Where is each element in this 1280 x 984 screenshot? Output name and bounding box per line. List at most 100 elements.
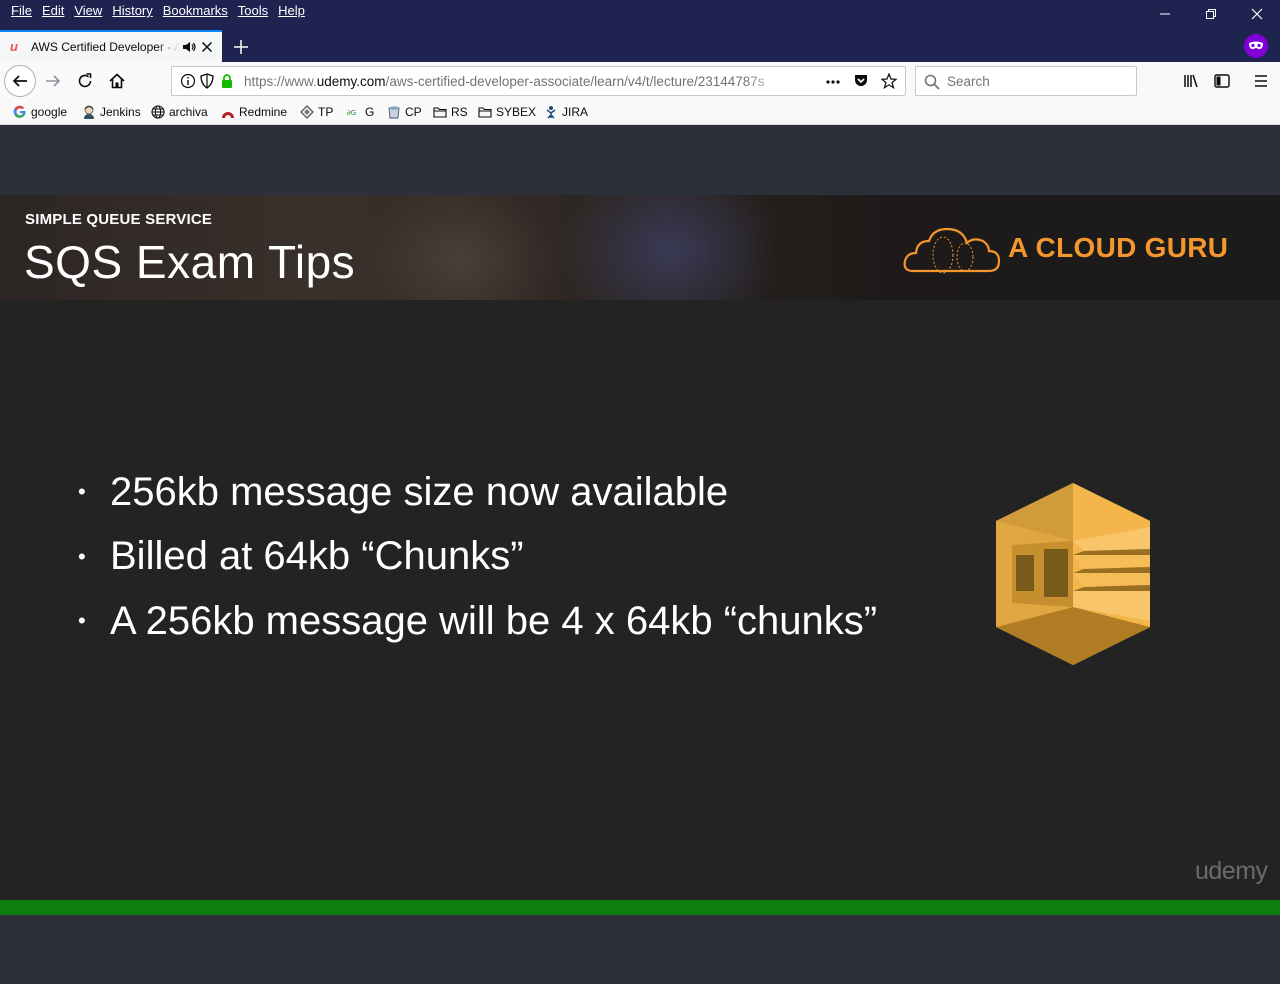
acloudguru-logo: A CLOUD GURU [903,221,1243,277]
bookmark-tp[interactable]: TP [300,104,333,120]
tracking-shield-icon[interactable] [199,73,215,89]
page-actions-icon[interactable] [825,74,841,90]
restore-icon [1206,9,1216,19]
header-backdrop [560,195,780,300]
plus-icon [234,40,248,54]
private-mask-icon[interactable] [1244,34,1268,58]
menu-file[interactable]: File [6,3,37,19]
hamburger-menu-button[interactable] [1246,66,1276,96]
menu-history[interactable]: History [107,3,157,19]
url-prefix: https://www. [244,74,317,89]
tab-udemy[interactable]: u AWS Certified Developer - Associate [0,30,222,62]
bullet-dot-icon: • [78,479,86,505]
bookmark-label: SYBEX [496,105,537,119]
bookmark-label: CP [405,105,422,119]
menu-bookmarks[interactable]: Bookmarks [158,3,233,19]
bullet-list: • 256kb message size now available • Bille… [78,460,877,654]
bookmark-jira[interactable]: JIRA [544,104,588,120]
nav-toolbar: https://www.udemy.com/aws-certified-deve… [0,62,1280,100]
url-host: udemy.com [316,74,386,89]
bookmark-label: G [365,105,375,119]
menu-list: File Edit View History Bookmarks Tools H… [6,3,310,19]
url-path: /aws-certified-developer-associate/learn… [385,74,765,89]
new-tab-button[interactable] [228,34,254,60]
close-window-button[interactable] [1234,0,1280,28]
minimize-icon [1160,13,1170,15]
menu-tools[interactable]: Tools [233,3,273,19]
google-icon [13,105,26,118]
video-slide[interactable]: SIMPLE QUEUE SERVICE SQS Exam Tips A CLO… [0,195,1280,900]
menu-edit[interactable]: Edit [37,3,69,19]
bookmark-label: Jenkins [100,105,141,119]
home-button[interactable] [102,66,132,96]
folder-icon [478,107,492,118]
page-content: SIMPLE QUEUE SERVICE SQS Exam Tips A CLO… [0,125,1280,984]
bookmark-sybex[interactable]: SYBEX [478,104,536,120]
home-icon [109,73,125,89]
hamburger-icon [1255,75,1267,87]
library-button[interactable] [1176,66,1206,96]
redmine-icon [222,112,234,118]
video-progress-bar[interactable] [0,900,1280,915]
folder-icon [433,107,447,118]
udemy-icon: u [10,39,18,54]
bookmark-rs[interactable]: RS [433,104,468,120]
minimize-button[interactable] [1142,0,1188,28]
tab-strip: u AWS Certified Developer - Associate [0,28,1280,62]
url-bar[interactable]: https://www.udemy.com/aws-certified-deve… [171,66,906,96]
sqs-logo-icon [996,483,1150,665]
header-backdrop [360,195,560,300]
slide-kicker: SIMPLE QUEUE SERVICE [25,211,213,228]
back-arrow-icon [12,75,27,87]
bookmarks-toolbar: google Jenkins archiva Redmine TP ∂G G C… [0,100,1280,125]
back-button[interactable] [4,65,36,97]
bookmark-google[interactable]: google [13,104,67,120]
close-icon [1251,8,1263,20]
bookmark-redmine[interactable]: Redmine [221,104,287,120]
bookmark-cp[interactable]: CP [387,104,422,120]
sidebar-button[interactable] [1207,66,1237,96]
bullet-item: • 256kb message size now available [78,460,877,525]
forward-button[interactable] [38,66,68,96]
speaker-icon[interactable] [182,40,196,54]
jira-icon [546,106,556,119]
url-text[interactable]: https://www.udemy.com/aws-certified-deve… [244,74,789,89]
search-placeholder: Search [947,74,990,89]
library-icon [1184,74,1198,88]
search-icon [924,74,940,90]
reload-icon [78,73,92,88]
bullet-dot-icon: • [78,543,86,569]
menu-help[interactable]: Help [273,3,310,19]
restore-button[interactable] [1188,0,1234,28]
bookmark-label: Redmine [239,105,288,119]
bullet-item: • Billed at 64kb “Chunks” [78,525,877,590]
forward-arrow-icon [46,75,61,87]
lock-icon[interactable] [219,73,235,89]
bookmark-label: archiva [169,105,208,119]
menu-view[interactable]: View [69,3,107,19]
g-icon: ∂G [347,109,356,117]
bookmark-label: RS [451,105,468,119]
close-tab-icon[interactable] [201,41,213,53]
slide-title: SQS Exam Tips [24,236,356,288]
pocket-icon[interactable] [853,73,869,89]
slide-header: SIMPLE QUEUE SERVICE SQS Exam Tips A CLO… [0,195,1280,300]
bookmark-jenkins[interactable]: Jenkins [82,104,141,120]
bullet-text: 256kb message size now available [110,469,729,514]
bookmark-label: TP [318,105,334,119]
bookmark-g[interactable]: ∂G G [347,104,374,120]
bullet-text: A 256kb message will be 4 x 64kb “chunks… [110,598,878,643]
reload-button[interactable] [70,66,100,96]
bookmark-star-icon[interactable] [881,73,897,89]
cp-icon [388,106,400,119]
globe-icon [151,105,165,119]
search-input[interactable]: Search [915,66,1137,96]
bookmark-archiva[interactable]: archiva [151,104,208,120]
brand-text: A CLOUD GURU [1008,232,1229,263]
bookmark-label: google [31,105,68,119]
bullet-dot-icon: • [78,608,86,634]
bullet-item: • A 256kb message will be 4 x 64kb “chunk… [78,589,877,654]
tab-title: AWS Certified Developer - Associate [31,40,179,54]
mask-glyph-icon [1249,41,1263,50]
info-icon[interactable] [180,73,196,89]
